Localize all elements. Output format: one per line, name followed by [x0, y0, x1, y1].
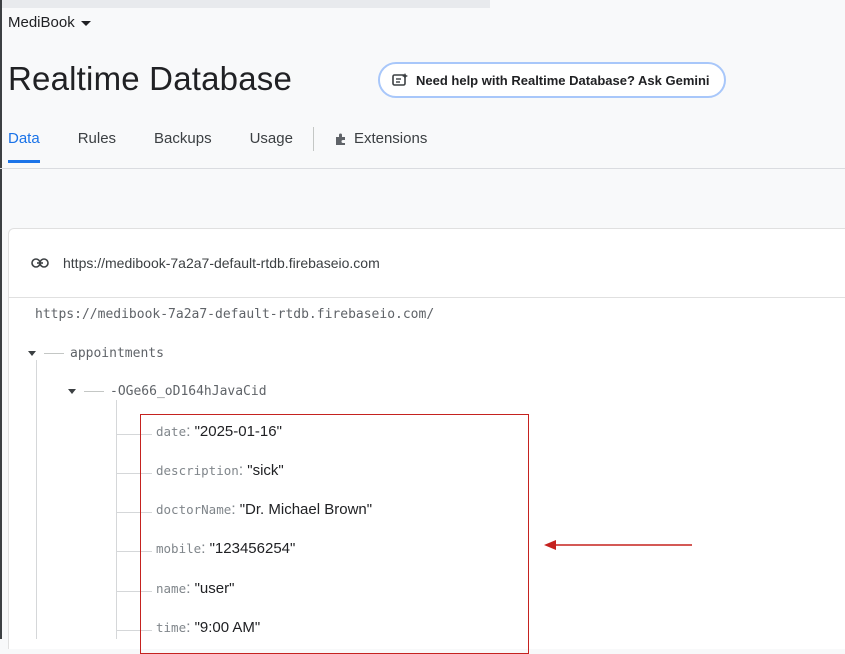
top-strip — [2, 0, 490, 8]
link-icon[interactable] — [31, 258, 49, 268]
tree-guide-line — [36, 360, 37, 639]
tree-connector — [84, 391, 104, 392]
collapse-triangle-icon[interactable] — [68, 389, 76, 394]
tree-connector — [44, 353, 64, 354]
database-url-bar: https://medibook-7a2a7-default-rtdb.fire… — [9, 229, 845, 298]
chevron-down-icon — [80, 21, 91, 26]
tab-backups-label: Backups — [154, 130, 212, 147]
ask-gemini-button[interactable]: Need help with Realtime Database? Ask Ge… — [378, 62, 726, 98]
tab-usage-label: Usage — [249, 130, 293, 147]
tab-extensions-label: Extensions — [353, 130, 428, 147]
tabs-divider — [0, 168, 845, 169]
tab-backups[interactable]: Backups — [154, 130, 212, 155]
tree-root-url[interactable]: https://medibook-7a2a7-default-rtdb.fire… — [35, 307, 434, 322]
project-selector[interactable]: MediBook — [8, 14, 91, 31]
tree-node-appointment-id[interactable]: -OGe66_oD164hJavaCid — [68, 384, 267, 399]
tree-guide-line — [116, 400, 117, 639]
tab-rules-label: Rules — [77, 130, 117, 147]
annotation-arrow-icon — [544, 540, 692, 550]
tab-extensions[interactable]: Extensions — [334, 130, 427, 155]
extensions-icon — [335, 133, 345, 145]
tab-usage[interactable]: Usage — [250, 130, 293, 155]
collapse-triangle-icon[interactable] — [28, 351, 36, 356]
highlight-box — [140, 414, 529, 654]
tab-data[interactable]: Data — [8, 130, 40, 163]
page-title: Realtime Database — [8, 60, 293, 97]
ask-gemini-label: Need help with Realtime Database? Ask Ge… — [416, 72, 710, 88]
window-edge — [0, 0, 2, 639]
tab-data-label: Data — [8, 130, 40, 147]
tab-rules[interactable]: Rules — [78, 130, 116, 155]
gemini-spark-icon — [392, 73, 408, 87]
tree-node-appointments[interactable]: appointments — [28, 346, 164, 361]
node-key: appointments — [70, 346, 164, 361]
database-url[interactable]: https://medibook-7a2a7-default-rtdb.fire… — [63, 255, 380, 271]
tab-divider — [312, 126, 314, 151]
tab-bar: Data Rules Backups Usage Extensions — [8, 126, 427, 163]
node-key: -OGe66_oD164hJavaCid — [110, 384, 267, 399]
project-name: MediBook — [8, 14, 75, 31]
